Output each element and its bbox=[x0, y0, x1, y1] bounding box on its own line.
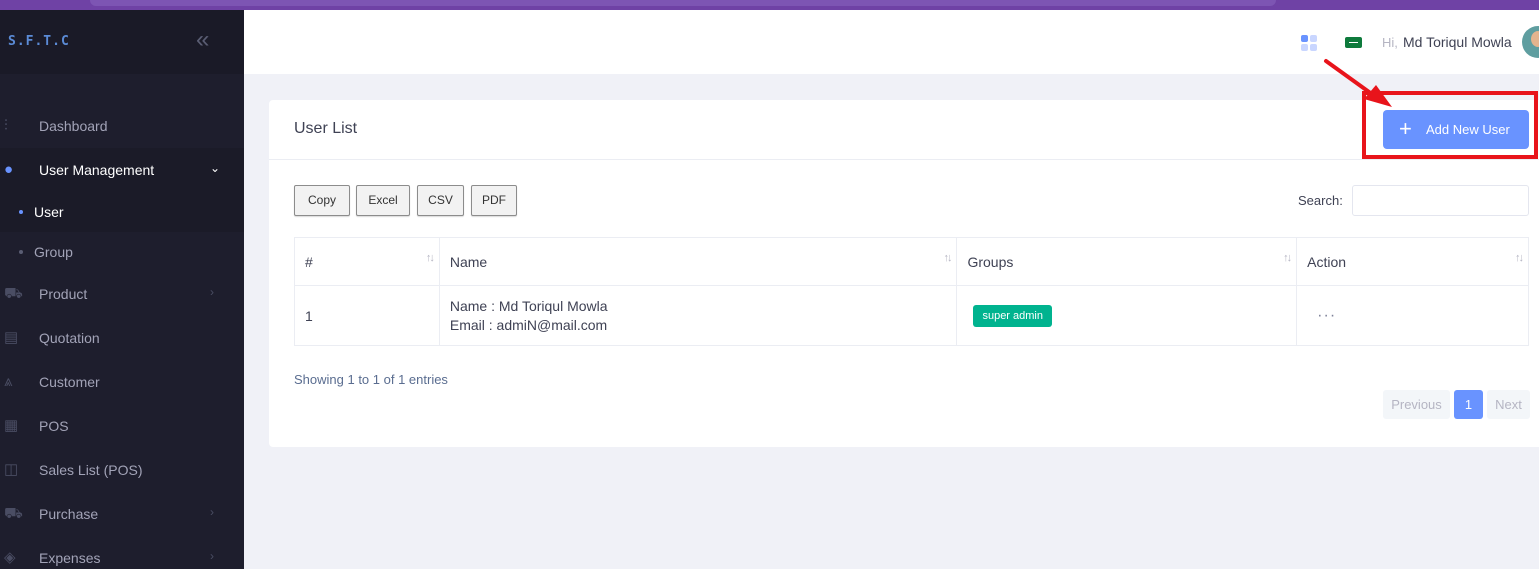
user-name[interactable]: Md Toriqul Mowla bbox=[1403, 34, 1512, 50]
document-icon: ▤ bbox=[4, 329, 19, 346]
chevron-right-icon: › bbox=[210, 285, 214, 299]
sidebar-item-user-management[interactable]: ● User Management ⌄ bbox=[0, 148, 244, 192]
column-header-name[interactable]: Name ↑↓ bbox=[438, 237, 958, 286]
column-header-index[interactable]: # ↑↓ bbox=[294, 237, 440, 286]
sidebar-item-label: Dashboard bbox=[39, 118, 108, 134]
bullet-icon bbox=[19, 250, 23, 254]
sidebar-item-label: Sales List (POS) bbox=[39, 462, 143, 478]
bullet-icon bbox=[19, 210, 23, 214]
sort-icon: ↑↓ bbox=[943, 252, 952, 264]
sidebar-item-label: POS bbox=[39, 418, 69, 434]
cell-action: ··· bbox=[1296, 285, 1529, 346]
user-email-line: Email : admiN@mail.com bbox=[449, 316, 608, 333]
cell-index: 1 bbox=[294, 285, 440, 346]
sidebar-item-quotation[interactable]: ▤ Quotation bbox=[0, 316, 244, 360]
cart-icon: ⛟ bbox=[4, 285, 23, 302]
user-name-line: Name : Md Toriqul Mowla bbox=[449, 297, 608, 314]
more-actions-icon[interactable]: ··· bbox=[1317, 307, 1336, 324]
sidebar-item-label: User Management bbox=[39, 162, 155, 178]
sort-icon: ↑↓ bbox=[1515, 252, 1524, 264]
sidebar-subitem-label: User bbox=[34, 204, 64, 220]
sidebar-item-pos[interactable]: ▦ POS bbox=[0, 404, 244, 448]
sidebar-item-label: Purchase bbox=[39, 506, 99, 522]
column-header-groups[interactable]: Groups ↑↓ bbox=[956, 237, 1298, 286]
customer-icon: ⩓ bbox=[4, 373, 13, 390]
cart-icon: ⛟ bbox=[4, 505, 23, 522]
group-badge: super admin bbox=[973, 304, 1052, 327]
sidebar-item-expenses[interactable]: ◈ Expenses › bbox=[0, 536, 244, 569]
sidebar-nav: ⫶ Dashboard ● User Management ⌄ User Gro… bbox=[0, 104, 244, 569]
column-label: Action bbox=[1307, 253, 1347, 270]
browser-top-strip bbox=[0, 0, 1539, 10]
sort-icon: ↑↓ bbox=[425, 252, 435, 264]
chevron-right-icon: › bbox=[210, 549, 214, 563]
basket-icon: ◫ bbox=[4, 461, 19, 478]
column-label: Groups bbox=[967, 253, 1014, 270]
sidebar-item-product[interactable]: ⛟ Product › bbox=[0, 272, 244, 316]
sidebar-subitem-group[interactable]: Group bbox=[0, 232, 244, 272]
excel-button[interactable]: Excel bbox=[356, 185, 410, 216]
annotation-arrow-icon bbox=[1324, 59, 1392, 107]
apps-grid-icon[interactable] bbox=[1301, 35, 1317, 51]
user-list-card: User List + Add New User Copy Excel CSV … bbox=[269, 100, 1539, 447]
sidebar-item-purchase[interactable]: ⛟ Purchase › bbox=[0, 492, 244, 536]
sidebar-item-customer[interactable]: ⩓ Customer bbox=[0, 360, 244, 404]
sliders-icon: ⫶ bbox=[4, 117, 8, 134]
sidebar-item-dashboard[interactable]: ⫶ Dashboard bbox=[0, 104, 244, 148]
table-row: 1 Name : Md Toriqul Mowla Email : admiN@… bbox=[294, 285, 1529, 346]
copy-button[interactable]: Copy bbox=[294, 185, 350, 216]
csv-button[interactable]: CSV bbox=[417, 185, 464, 216]
column-label: Name bbox=[449, 253, 488, 270]
tag-icon: ◈ bbox=[4, 549, 16, 566]
greeting-text: Hi, bbox=[1382, 35, 1398, 50]
cell-name: Name : Md Toriqul Mowla Email : admiN@ma… bbox=[438, 285, 958, 346]
sidebar-item-label: Quotation bbox=[39, 330, 100, 346]
search-input[interactable] bbox=[1352, 185, 1529, 216]
sidebar-item-label: Expenses bbox=[39, 550, 101, 566]
column-label: # bbox=[305, 253, 313, 270]
brand-bar: S.F.T.C « bbox=[0, 10, 244, 74]
sort-icon: ↑↓ bbox=[1283, 252, 1292, 264]
column-header-action[interactable]: Action ↑↓ bbox=[1296, 237, 1529, 286]
search-label: Search: bbox=[1298, 193, 1343, 208]
sidebar-item-label: Product bbox=[39, 286, 88, 302]
cell-groups: super admin bbox=[956, 285, 1298, 346]
sidebar: S.F.T.C « ⫶ Dashboard ● User Management … bbox=[0, 10, 244, 569]
table-header-row: # ↑↓ Name ↑↓ Groups ↑↓ Action ↑↓ bbox=[294, 237, 1529, 286]
brand-logo[interactable]: S.F.T.C bbox=[8, 34, 70, 49]
chevron-right-icon: › bbox=[210, 505, 214, 519]
sidebar-subitem-user[interactable]: User bbox=[0, 192, 244, 232]
pagination-page-1[interactable]: 1 bbox=[1454, 390, 1483, 419]
sidebar-item-sales-list[interactable]: ◫ Sales List (POS) bbox=[0, 448, 244, 492]
avatar[interactable] bbox=[1522, 26, 1539, 58]
sidebar-item-label: Customer bbox=[39, 374, 100, 390]
pagination-next[interactable]: Next bbox=[1487, 390, 1530, 419]
users-icon: ● bbox=[4, 161, 14, 178]
language-flag-icon[interactable] bbox=[1345, 37, 1362, 48]
grid-icon: ▦ bbox=[4, 417, 19, 434]
sidebar-subitem-label: Group bbox=[34, 244, 73, 260]
chevron-down-icon: ⌄ bbox=[210, 161, 221, 175]
page-title: User List bbox=[294, 120, 358, 137]
top-strip-pill bbox=[90, 0, 1276, 6]
user-table: # ↑↓ Name ↑↓ Groups ↑↓ Action ↑↓ 1 Name : Md… bbox=[294, 237, 1529, 346]
table-info: Showing 1 to 1 of 1 entries bbox=[294, 372, 448, 387]
double-chevron-left-icon[interactable]: « bbox=[196, 28, 209, 52]
pagination-previous[interactable]: Previous bbox=[1383, 390, 1450, 419]
pdf-button[interactable]: PDF bbox=[471, 185, 517, 216]
